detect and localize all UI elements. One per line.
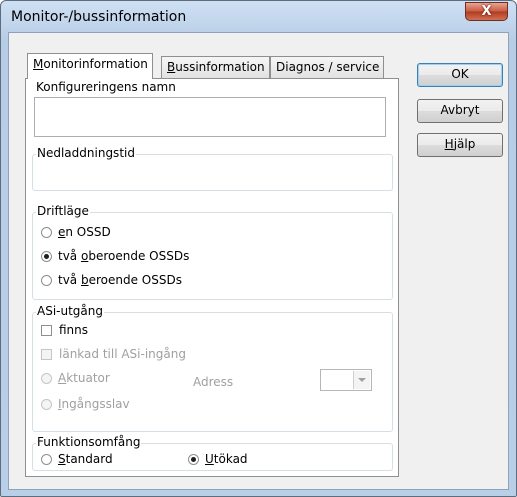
radio-ingangsslav: Ingångsslav <box>41 395 130 413</box>
adress-dropdown[interactable] <box>320 369 372 391</box>
download-time-group: Nedladdningstid <box>32 146 393 191</box>
download-time-label: Nedladdningstid <box>36 146 136 161</box>
tab-bussinformation[interactable]: Bussinformation <box>161 56 270 78</box>
asi-output-label: ASi-utgång <box>36 304 104 319</box>
cancel-button[interactable]: Avbryt <box>417 99 503 123</box>
radio-tva-oberoende-ossds[interactable]: två oberoende OSSDs <box>41 247 189 265</box>
tab-monitorinformation[interactable]: Monitorinformation <box>27 53 153 79</box>
checkbox-linked-asi-input-box <box>41 348 52 360</box>
tab-diagnos-service[interactable]: Diagnos / service <box>270 56 385 78</box>
config-name-group: Konfigureringens namn <box>32 80 393 147</box>
radio-utokad[interactable]: Utökad <box>188 450 248 468</box>
title-bar[interactable]: Monitor-/bussinformation X <box>1 1 516 31</box>
tab-panel-monitorinformation: Konfigureringens namn Nedladdningstid Dr… <box>25 78 399 477</box>
checkbox-finns-box[interactable] <box>41 324 52 336</box>
ok-button[interactable]: OK <box>417 63 503 87</box>
radio-utokad-label: Utökad <box>205 452 248 466</box>
help-button-label: jälp <box>453 137 476 151</box>
config-name-input[interactable] <box>34 97 386 137</box>
radio-tva-oberoende-ossds-indicator[interactable] <box>41 250 52 262</box>
radio-ingangsslav-label: Ingångsslav <box>58 397 130 411</box>
radio-aktuator-label: Aktuator <box>58 371 110 385</box>
checkbox-linked-asi-input-label: länkad till ASi-ingång <box>59 347 186 361</box>
tab-bussinformation-label: ussinformation <box>175 60 265 74</box>
function-scope-group: Funktionsomfång Standard Utökad <box>32 435 393 471</box>
adress-dropdown-button[interactable] <box>353 371 370 389</box>
help-button-accel: H <box>444 137 454 151</box>
radio-ingangsslav-indicator <box>41 398 52 410</box>
function-scope-label: Funktionsomfång <box>36 435 142 450</box>
checkbox-finns[interactable]: finns <box>41 321 88 339</box>
radio-tva-beroende-ossds-indicator[interactable] <box>41 274 52 286</box>
close-button[interactable]: X <box>465 2 508 21</box>
operating-mode-label: Driftläge <box>36 204 90 219</box>
tab-monitorinformation-label: onitorinformation <box>43 57 148 71</box>
config-name-label: Konfigureringens namn <box>35 80 177 95</box>
operating-mode-group: Driftläge en OSSD två oberoende OSSDs tv… <box>32 204 393 300</box>
radio-aktuator: Aktuator <box>41 369 110 387</box>
tab-monitorinformation-accel: M <box>33 57 44 71</box>
dialog-window: Monitor-/bussinformation X Monitorinform… <box>0 0 517 497</box>
radio-tva-oberoende-ossds-label: två oberoende OSSDs <box>58 249 190 263</box>
radio-tva-beroende-ossds-label: två beroende OSSDs <box>58 273 182 287</box>
radio-en-ossd-label: en OSSD <box>58 225 111 239</box>
close-icon: X <box>481 4 492 19</box>
window-title: Monitor-/bussinformation <box>11 9 187 25</box>
radio-standard-indicator[interactable] <box>41 453 52 465</box>
radio-en-ossd-indicator[interactable] <box>41 226 52 238</box>
adress-label: Adress <box>193 375 234 389</box>
checkbox-finns-label: finns <box>59 323 89 337</box>
radio-utokad-indicator[interactable] <box>188 453 199 465</box>
chevron-down-icon <box>358 378 366 382</box>
dialog-client-area: Monitorinformation Bussinformation Diagn… <box>8 32 509 490</box>
checkbox-linked-asi-input: länkad till ASi-ingång <box>41 345 186 363</box>
radio-tva-beroende-ossds[interactable]: två beroende OSSDs <box>41 271 182 289</box>
radio-standard-label: Standard <box>58 452 113 466</box>
radio-aktuator-indicator <box>41 372 52 384</box>
radio-en-ossd[interactable]: en OSSD <box>41 223 111 241</box>
tab-bussinformation-accel: B <box>167 60 176 74</box>
radio-standard[interactable]: Standard <box>41 450 113 468</box>
help-button[interactable]: Hjälp <box>417 133 503 157</box>
tab-diagnos-service-label: Diagnos / service <box>276 60 380 74</box>
asi-output-group: ASi-utgång finns länkad till ASi-ingång … <box>32 304 393 432</box>
